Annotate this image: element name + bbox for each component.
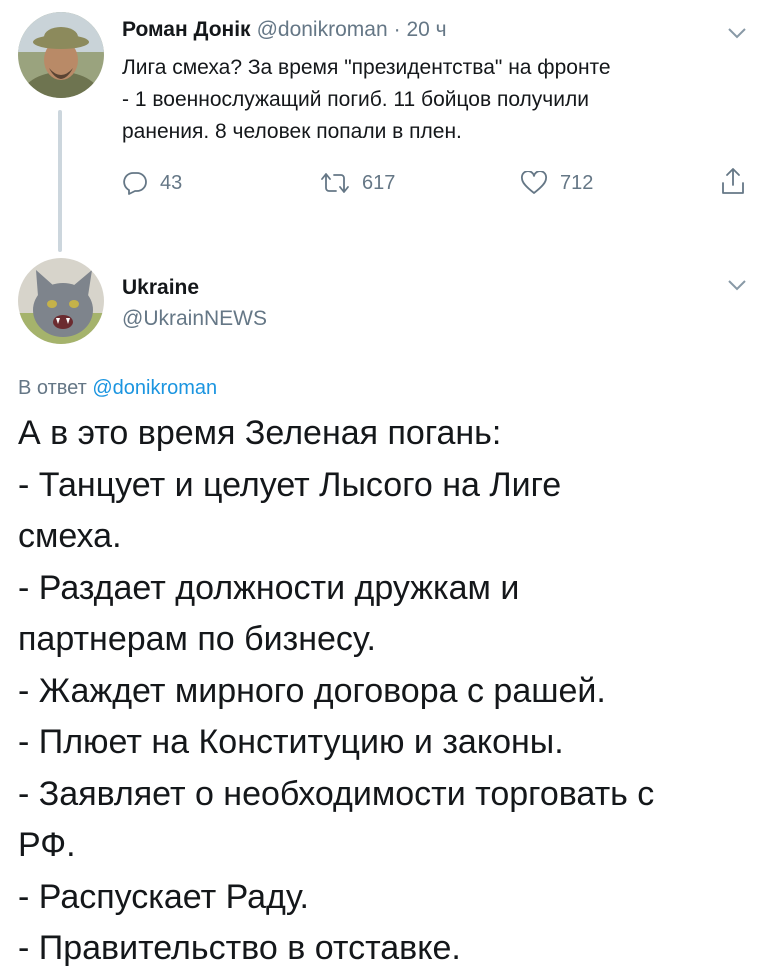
tweet1-time[interactable]: · 20 ч [394, 18, 447, 41]
tweet2-display-name[interactable]: Ukraine [122, 276, 199, 300]
tweet2-handle[interactable]: @UkrainNEWS [122, 307, 267, 331]
chevron-down-icon[interactable] [727, 26, 747, 40]
replying-mention-link[interactable]: @donikroman [92, 377, 217, 399]
retweet-icon [321, 173, 349, 193]
share-icon [722, 168, 744, 194]
retweet-count: 617 [362, 171, 396, 194]
tweet2-text-line: А в это время Зеленая погань: [18, 414, 502, 452]
tweet1-text-line: - 1 военнослужащий погиб. 11 бойцов полу… [122, 88, 589, 111]
tweet2-text-line: - Распускает Раду. [18, 877, 309, 916]
tweet2-text-line: - Танцует и целует Лысого на Лиге [18, 465, 562, 504]
tweet1-text: Лига смеха? За время "президентства" на … [122, 52, 742, 148]
tweet2-text-line: партнерам по бизнесу. [18, 620, 376, 658]
tweet2-text-line: - Раздает должности дружкам и [18, 568, 520, 607]
cat-avatar-image [18, 258, 104, 344]
tweet1-header: Роман Донік @donikroman · 20 ч [122, 18, 447, 42]
like-icon [521, 171, 547, 194]
tweet1-handle[interactable]: @donikroman [257, 18, 388, 41]
reply-button[interactable]: 43 [122, 168, 182, 198]
share-button[interactable] [720, 166, 746, 196]
tweet2-text-line: - Плюет на Конституцию и законы. [18, 723, 564, 761]
replying-prefix: В ответ [18, 377, 87, 399]
tweet1-text-line: ранения. 8 человек попали в плен. [122, 120, 462, 143]
tweet2-text-line: смеха. [18, 517, 122, 555]
tweet2-text-line: - Заявляет о необходимости торговать с [18, 774, 655, 813]
tweet2-text-line: РФ. [18, 826, 76, 864]
thread-connector-line [58, 110, 62, 252]
reply-count: 43 [160, 171, 183, 194]
retweet-button[interactable]: 617 [320, 168, 395, 198]
replying-to: В ответ @donikroman [18, 377, 217, 400]
soldier-avatar-image [18, 12, 104, 98]
avatar-ukraine[interactable] [18, 258, 104, 344]
tweet2-text-line: - Жаждет мирного договора с рашей. [18, 671, 606, 710]
tweet1-display-name[interactable]: Роман Донік [122, 18, 251, 41]
tweet2-text: А в это время Зеленая погань: - Танцует … [18, 408, 758, 975]
like-button[interactable]: 712 [520, 168, 593, 198]
reply-icon [123, 172, 147, 195]
chevron-down-icon[interactable] [727, 278, 747, 292]
avatar-roman-donik[interactable] [18, 12, 104, 98]
tweet2-text-line: - Правительство в отставке. [18, 929, 461, 967]
like-count: 712 [560, 171, 594, 194]
tweet1-text-line: Лига смеха? За время "президентства" на … [122, 56, 611, 79]
